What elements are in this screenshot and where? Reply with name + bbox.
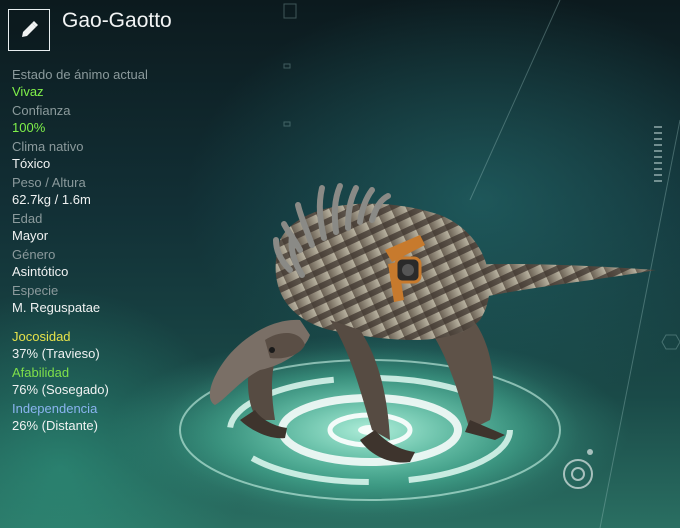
header: Gao-Gaotto <box>8 9 172 51</box>
stat-mood: Estado de ánimo actual Vivaz <box>12 66 212 101</box>
trait-value: 76% (Sosegado) <box>12 382 109 397</box>
stat-weight-height: Peso / Altura 62.7kg / 1.6m <box>12 174 212 209</box>
trait-value: 26% (Distante) <box>12 418 98 433</box>
stat-value: M. Reguspatae <box>12 300 101 315</box>
stat-label: Clima nativo <box>12 139 84 154</box>
stat-value: 62.7kg / 1.6m <box>12 192 91 207</box>
trait-value: 37% (Travieso) <box>12 346 100 361</box>
stat-label: Edad <box>12 211 43 226</box>
creature-name: Gao-Gaotto <box>62 9 172 32</box>
stat-species: Especie M. Reguspatae <box>12 282 212 317</box>
stat-value: 100% <box>12 120 46 135</box>
trait-label: Independencia <box>12 401 98 416</box>
trait-independence: Independencia 26% (Distante) <box>12 400 212 435</box>
traits-panel: Jocosidad 37% (Travieso) Afabilidad 76% … <box>12 328 212 436</box>
stat-value: Tóxico <box>12 156 51 171</box>
stat-label: Estado de ánimo actual <box>12 67 148 82</box>
edit-name-button[interactable] <box>8 9 50 51</box>
stat-age: Edad Mayor <box>12 210 212 245</box>
stat-value: Vivaz <box>12 84 44 99</box>
stats-panel: Estado de ánimo actual Vivaz Confianza 1… <box>12 66 212 318</box>
stat-value: Asintótico <box>12 264 69 279</box>
stat-label: Confianza <box>12 103 71 118</box>
stat-trust: Confianza 100% <box>12 102 212 137</box>
stat-label: Género <box>12 247 56 262</box>
trait-playfulness: Jocosidad 37% (Travieso) <box>12 328 212 363</box>
trait-label: Jocosidad <box>12 329 71 344</box>
trait-friendliness: Afabilidad 76% (Sosegado) <box>12 364 212 399</box>
stat-value: Mayor <box>12 228 49 243</box>
stat-label: Especie <box>12 283 59 298</box>
trait-label: Afabilidad <box>12 365 70 380</box>
pencil-icon <box>22 21 38 37</box>
stat-gender: Género Asintótico <box>12 246 212 281</box>
stat-label: Peso / Altura <box>12 175 86 190</box>
stat-climate: Clima nativo Tóxico <box>12 138 212 173</box>
hud-tick-marks <box>654 126 662 182</box>
